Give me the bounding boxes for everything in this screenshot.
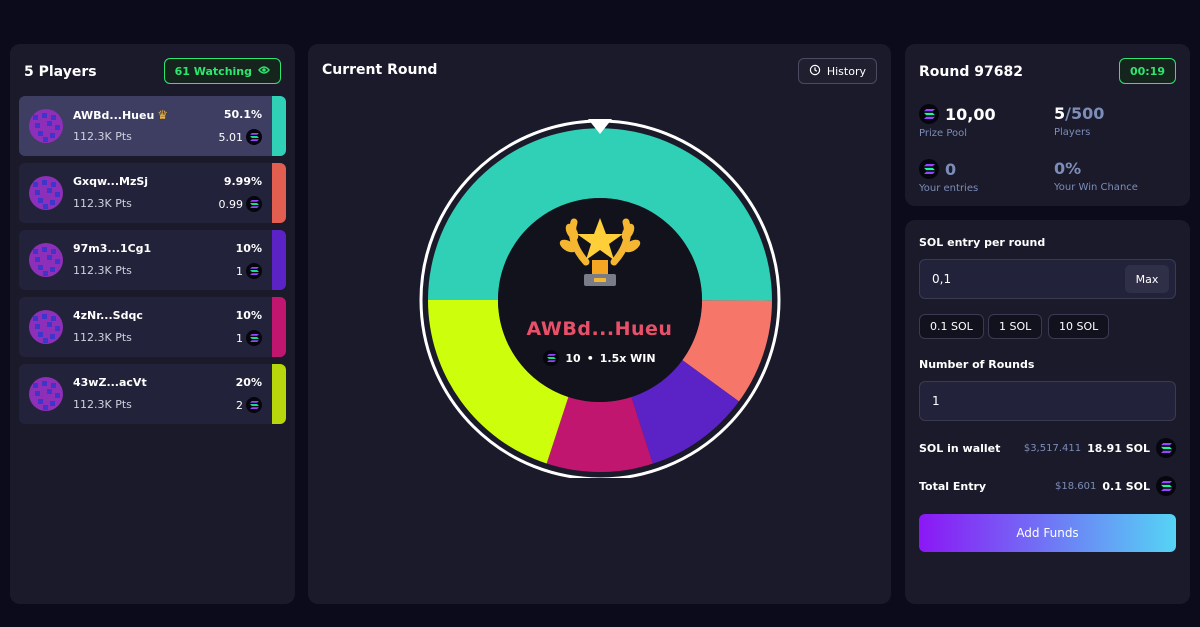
rounds-input[interactable]: 1 xyxy=(919,381,1176,421)
entry-panel: SOL entry per round 0,1 Max 0.1 SOL 1 SO… xyxy=(905,220,1190,604)
current-round-panel: Current Round History AWBd...Hueu 10 • 1… xyxy=(308,44,891,604)
history-button[interactable]: History xyxy=(797,58,877,84)
players-label: Players xyxy=(1054,127,1091,138)
wallet-row: SOL in wallet $3,517.411 18.91 SOL xyxy=(919,438,1176,458)
total-entry-sol: 0.1 SOL xyxy=(1102,479,1150,493)
prize-pool-stat: 10,00 Prize Pool xyxy=(919,104,996,139)
rounds-label: Number of Rounds xyxy=(919,358,1035,371)
entries-stat: 0 Your entries xyxy=(919,159,978,194)
player-name: 4zNr...Sdqc xyxy=(73,309,143,322)
sol-entry-input[interactable]: 0,1 Max xyxy=(919,259,1176,299)
max-button[interactable]: Max xyxy=(1125,265,1169,293)
history-icon xyxy=(809,64,821,79)
player-points: 112.3K Pts xyxy=(73,398,132,411)
sol-icon xyxy=(246,196,262,212)
winner-separator: • xyxy=(586,351,594,365)
player-points: 112.3K Pts xyxy=(73,130,132,143)
player-points: 112.3K Pts xyxy=(73,197,132,210)
sol-icon xyxy=(543,350,560,366)
player-sol: 5.01 xyxy=(219,129,262,145)
player-name: 43wZ...acVt xyxy=(73,376,147,389)
player-row[interactable]: Gxqw...MzSj 112.3K Pts 9.99% 0.99 xyxy=(19,163,286,223)
winner-amount: 10 xyxy=(565,351,581,365)
sol-entry-label: SOL entry per round xyxy=(919,236,1046,249)
player-color-bar xyxy=(272,297,286,357)
sol-icon xyxy=(1156,438,1176,458)
player-points: 112.3K Pts xyxy=(73,331,132,344)
player-sol: 0.99 xyxy=(219,196,262,212)
eye-icon xyxy=(258,65,270,78)
player-percent: 50.1% xyxy=(223,108,262,121)
sol-icon xyxy=(246,330,262,346)
watching-count: 61 Watching xyxy=(174,64,252,78)
round-stats-panel: Round 97682 00:19 10,00 Prize Pool 5/500… xyxy=(905,44,1190,206)
crown-icon: ♛ xyxy=(157,108,169,122)
quick-amount-1-button[interactable]: 1 SOL xyxy=(988,314,1043,339)
win-chance-label: Your Win Chance xyxy=(1054,182,1138,193)
players-title: 5 Players xyxy=(24,64,97,80)
rounds-value: 1 xyxy=(932,394,940,408)
players-max: /500 xyxy=(1065,104,1105,123)
sol-entry-value: 0,1 xyxy=(932,272,952,286)
total-entry-label: Total Entry xyxy=(919,479,987,493)
player-avatar xyxy=(29,109,63,143)
sol-icon xyxy=(246,397,262,413)
player-sol: 2 xyxy=(236,397,262,413)
player-color-bar xyxy=(272,96,286,156)
winner-multiplier: 1.5x WIN xyxy=(599,351,656,365)
player-sol: 1 xyxy=(236,330,262,346)
watching-badge: 61 Watching xyxy=(163,58,281,84)
round-timer: 00:19 xyxy=(1118,58,1176,84)
player-points: 112.3K Pts xyxy=(73,264,132,277)
player-row[interactable]: AWBd...Hueu ♛ 112.3K Pts 50.1% 5.01 xyxy=(19,96,286,156)
player-avatar xyxy=(29,243,63,277)
player-avatar xyxy=(29,310,63,344)
quick-amount-0-1-button[interactable]: 0.1 SOL xyxy=(919,314,984,339)
win-chance-stat: 0% Your Win Chance xyxy=(1054,159,1138,193)
entries-label: Your entries xyxy=(919,183,979,194)
player-avatar xyxy=(29,377,63,411)
players-panel: 5 Players 61 Watching AWBd...Hueu ♛ 112.3K… xyxy=(10,44,295,604)
add-funds-button[interactable]: Add Funds xyxy=(919,514,1176,552)
wallet-label: SOL in wallet xyxy=(919,441,1001,455)
quick-amount-10-button[interactable]: 10 SOL xyxy=(1048,314,1110,339)
player-sol: 1 xyxy=(236,263,262,279)
players-stat: 5/500 Players xyxy=(1054,104,1104,138)
sol-icon xyxy=(919,159,939,179)
round-wheel xyxy=(419,119,781,478)
player-color-bar xyxy=(272,230,286,290)
player-name: 97m3...1Cg1 xyxy=(73,242,152,255)
player-percent: 20% xyxy=(235,376,262,389)
winner-prize: 10 • 1.5x WIN xyxy=(308,350,891,366)
player-name: Gxqw...MzSj xyxy=(73,175,149,188)
player-row[interactable]: 43wZ...acVt 112.3K Pts 20% 2 xyxy=(19,364,286,424)
total-entry-usd: $18.601 xyxy=(1055,480,1097,492)
win-chance-value: 0% xyxy=(1054,159,1082,178)
wallet-sol: 18.91 SOL xyxy=(1087,441,1150,455)
sol-icon xyxy=(1156,476,1176,496)
wallet-usd: $3,517.411 xyxy=(1023,442,1082,454)
total-entry-row: Total Entry $18.601 0.1 SOL xyxy=(919,476,1176,496)
winner-name: AWBd...Hueu xyxy=(526,318,673,340)
player-percent: 9.99% xyxy=(223,175,262,188)
player-row[interactable]: 4zNr...Sdqc 112.3K Pts 10% 1 xyxy=(19,297,286,357)
sol-icon xyxy=(919,104,939,124)
player-name: AWBd...Hueu ♛ xyxy=(73,108,169,122)
current-round-title: Current Round xyxy=(322,62,438,78)
player-percent: 10% xyxy=(235,309,262,322)
prize-pool-label: Prize Pool xyxy=(919,128,968,139)
sol-icon xyxy=(246,129,262,145)
entries-value: 0 xyxy=(945,159,957,179)
player-color-bar xyxy=(272,163,286,223)
player-row[interactable]: 97m3...1Cg1 112.3K Pts 10% 1 xyxy=(19,230,286,290)
prize-pool-value: 10,00 xyxy=(945,104,996,124)
player-avatar xyxy=(29,176,63,210)
sol-icon xyxy=(246,263,262,279)
player-color-bar xyxy=(272,364,286,424)
player-percent: 10% xyxy=(235,242,262,255)
round-title: Round 97682 xyxy=(919,64,1023,80)
players-value: 5 xyxy=(1054,104,1066,123)
history-label: History xyxy=(826,64,866,78)
